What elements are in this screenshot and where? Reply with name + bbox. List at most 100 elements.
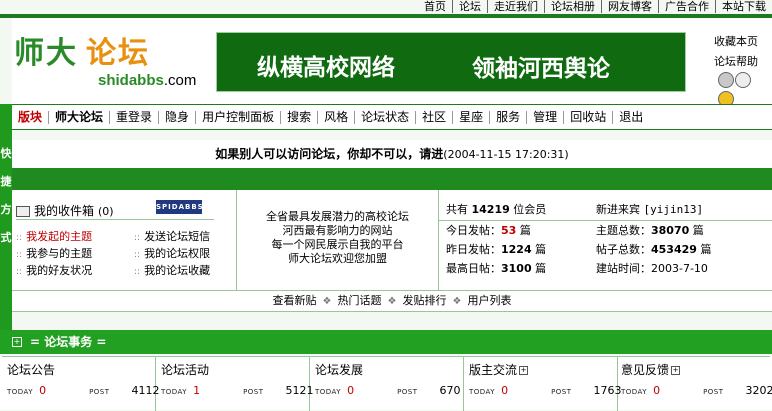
top-nav: 首页 论坛 走近我们 论坛相册 网友博客 广告合作 本站下载: [0, 0, 772, 14]
friends-status-link[interactable]: :: 我的好友状况: [16, 262, 134, 281]
top-nav-home[interactable]: 首页: [418, 0, 452, 13]
user-list-link[interactable]: 用户列表: [467, 294, 511, 307]
forum-today-count: 0: [653, 384, 661, 397]
header-links: 收藏本页 论坛帮助: [714, 32, 758, 72]
quick-access-label: 快 捷 方 式: [0, 147, 12, 244]
nav-recycle-bin[interactable]: 回收站: [563, 111, 612, 124]
banner-slogan-left: 纵横高校网络: [257, 54, 395, 81]
bullet-icon: ::: [134, 267, 141, 277]
slogan-panel: 全省最具发展潜力的高校论坛 河西最有影响力的网站 每一个网民展示自我的平台 师大…: [237, 190, 439, 290]
diamond-icon: ❖: [452, 296, 462, 307]
top-nav-ads[interactable]: 广告合作: [658, 0, 715, 13]
banner-ad[interactable]: 纵横高校网络 领袖河西舆论: [216, 32, 686, 92]
forum-today-count: 1: [193, 384, 201, 397]
bullet-icon: ::: [16, 267, 23, 277]
forum-cell: 论坛发展 TODAY 0 POST 670: [310, 356, 464, 411]
user-panel: 我的收件箱 (0) SPIDABBS :: 我发起的主题:: 发送论坛短信 :: 我参与…: [12, 190, 237, 290]
divider: [16, 219, 214, 220]
expand-icon[interactable]: +: [671, 366, 681, 375]
forum-cell: 论坛活动 TODAY 1 POST 5121: [156, 356, 314, 411]
today-posts: 今日发帖：53 篇: [446, 224, 531, 237]
forum-link-development[interactable]: 论坛发展: [315, 361, 363, 378]
expand-icon[interactable]: +: [12, 337, 22, 347]
forum-today-count: 0: [347, 384, 355, 397]
nav-control-panel[interactable]: 用户控制面板: [195, 111, 280, 124]
nav-invisible[interactable]: 隐身: [158, 111, 195, 124]
user-links: :: 我发起的主题:: 发送论坛短信 :: 我参与的主题:: 我的论坛权限 :: 我的好友…: [16, 228, 236, 279]
forum-today-count: 0: [501, 384, 509, 397]
forum-cell: 意见反馈 + TODAY 0 POST 3202: [616, 356, 772, 411]
nav-style[interactable]: 风格: [317, 111, 354, 124]
forum-link-announcements[interactable]: 论坛公告: [7, 361, 55, 378]
info-panel: 我的收件箱 (0) SPIDABBS :: 我发起的主题:: 发送论坛短信 :: 我参与…: [12, 190, 772, 291]
top-nav-forum[interactable]: 论坛: [452, 0, 487, 13]
newest-member: 新进来宾 [yijin13]: [596, 203, 704, 216]
newest-member-name[interactable]: [yijin13]: [644, 203, 704, 216]
top-nav-album[interactable]: 论坛相册: [544, 0, 601, 13]
post-ranking-link[interactable]: 发贴排行: [402, 294, 446, 307]
nav-forum-home[interactable]: 师大论坛: [48, 111, 109, 124]
spidabbs-logo[interactable]: SPIDABBS: [156, 200, 203, 214]
top-nav-blog[interactable]: 网友博客: [601, 0, 658, 13]
forum-list: 论坛公告 TODAY 0 POST 4112 论坛活动 TODAY 1 POST 5121 …: [0, 356, 772, 411]
help-link[interactable]: 论坛帮助: [714, 52, 758, 72]
notice-message[interactable]: 如果别人可以访问论坛，你却不可以，请进(2004-11-15 17:20:31): [12, 140, 772, 168]
total-posts: 帖子总数：453429 篇: [596, 243, 712, 256]
slogan-line: 每一个网民展示自我的平台: [271, 238, 404, 251]
forum-link-activities[interactable]: 论坛活动: [161, 361, 209, 378]
new-posts-link[interactable]: 查看新贴: [273, 294, 317, 307]
avatar: [735, 72, 751, 88]
inbox-link[interactable]: 我的收件箱 (0): [16, 202, 114, 219]
slogan-line: 全省最具发展潜力的高校论坛: [266, 210, 409, 223]
notice-text: 如果别人可以访问论坛，你却不可以，请进: [215, 147, 444, 161]
top-nav-about[interactable]: 走近我们: [487, 0, 544, 13]
envelope-icon: [16, 206, 30, 217]
stats-panel: 共有 14219 位会员 新进来宾 [yijin13] 今日发帖：53 篇 主题总数…: [439, 190, 772, 290]
slogan-line: 师大论坛欢迎您加盟: [288, 252, 387, 265]
sub-nav: 查看新贴 ❖ 热门话题 ❖ 发贴排行 ❖ 用户列表: [12, 291, 772, 312]
avatar-group: [718, 72, 766, 107]
hot-topics-link[interactable]: 热门话题: [338, 294, 382, 307]
forum-post-count: 670: [439, 384, 461, 397]
forum-cell: 版主交流 + TODAY 0 POST 1763: [464, 356, 622, 411]
nav-status[interactable]: 论坛状态: [354, 111, 415, 124]
top-nav-download[interactable]: 本站下载: [715, 0, 772, 13]
yesterday-posts: 昨日发帖：1224 篇: [446, 243, 547, 256]
expand-icon[interactable]: +: [519, 366, 529, 375]
quick-access-sidebar[interactable]: 快 捷 方 式: [0, 104, 12, 344]
bullet-icon: ::: [134, 250, 141, 260]
nav-search[interactable]: 搜索: [280, 111, 317, 124]
bookmark-link[interactable]: 收藏本页: [714, 32, 758, 52]
main-nav: 版块 师大论坛 重登录 隐身 用户控制面板 搜索 风格 论坛状态 社区 星座 服务 管理 回收站 退出: [12, 104, 772, 130]
forum-today-count: 0: [39, 384, 47, 397]
forum-link-moderators[interactable]: 版主交流 +: [469, 361, 529, 378]
bullet-icon: ::: [134, 233, 141, 243]
forum-post-count: 3202: [745, 384, 772, 397]
forum-cell: 论坛公告 TODAY 0 POST 4112: [2, 356, 160, 411]
inbox-count: (0): [98, 205, 114, 218]
bullet-icon: ::: [16, 233, 23, 243]
total-topics: 主题总数：38070 篇: [596, 224, 704, 237]
nav-logout[interactable]: 退出: [612, 111, 649, 124]
site-logo[interactable]: 师大 论坛: [14, 28, 150, 72]
forum-link-feedback[interactable]: 意见反馈 +: [621, 361, 681, 378]
category-header: + = 论坛事务 =: [0, 330, 772, 354]
max-daily-posts: 最高日帖：3100 篇: [446, 262, 547, 275]
member-count: 共有 14219 位会员: [446, 203, 547, 216]
banner-slogan-right: 领袖河西舆论: [472, 55, 610, 82]
nav-boards[interactable]: 版块: [12, 111, 48, 124]
nav-relogin[interactable]: 重登录: [109, 111, 158, 124]
nav-admin[interactable]: 管理: [526, 111, 563, 124]
diamond-icon: ❖: [387, 296, 397, 307]
nav-community[interactable]: 社区: [415, 111, 452, 124]
nav-services[interactable]: 服务: [489, 111, 526, 124]
bullet-icon: ::: [16, 250, 23, 260]
diamond-icon: ❖: [322, 296, 332, 307]
category-title: = 论坛事务 =: [30, 335, 107, 349]
favorites-link[interactable]: :: 我的论坛收藏: [134, 262, 252, 281]
avatar: [718, 72, 734, 88]
nav-horoscope[interactable]: 星座: [452, 111, 489, 124]
slogan-line: 河西最有影响力的网站: [282, 224, 393, 237]
site-logo-domain: shidabbs.com: [98, 72, 197, 89]
founded-date: 建站时间：2003-7-10: [596, 262, 708, 275]
